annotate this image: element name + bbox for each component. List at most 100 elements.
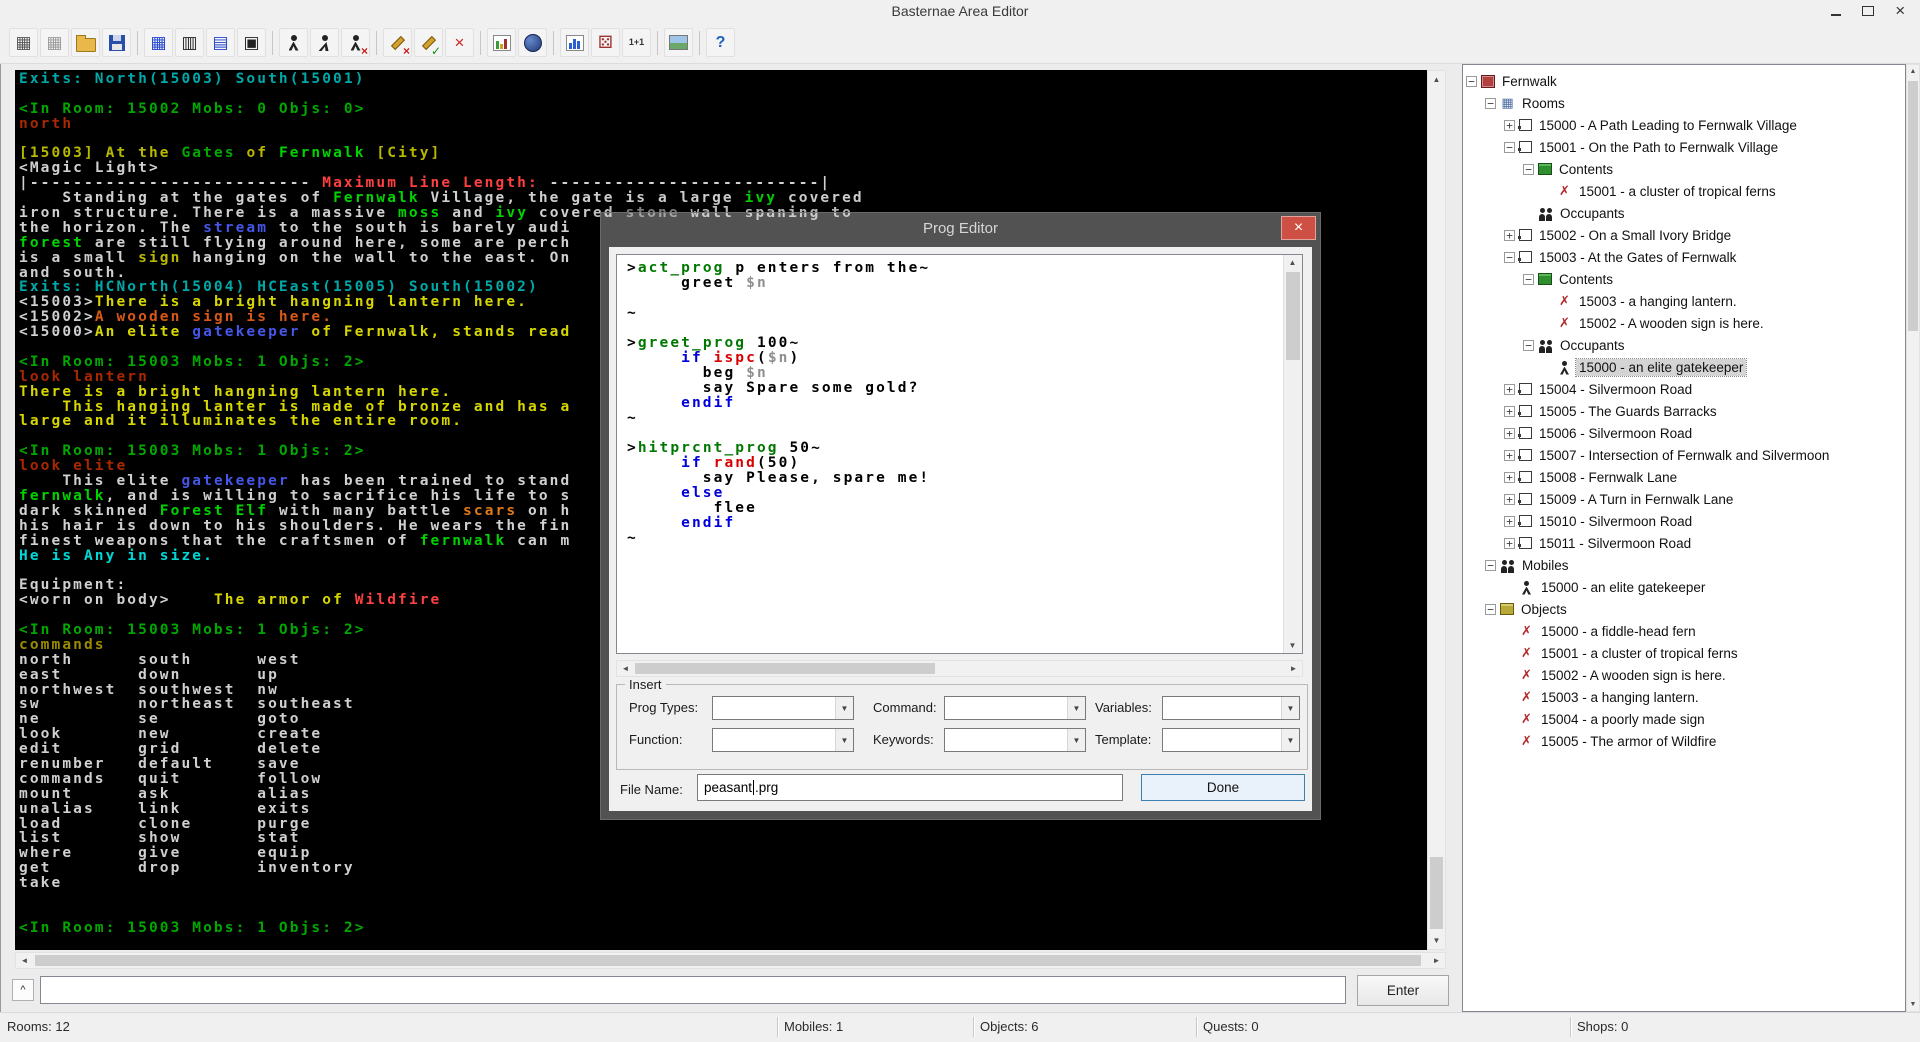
expand-icon[interactable]: + <box>1504 405 1515 417</box>
tree-item[interactable]: ✗ 15004 - a poorly made sign <box>1466 708 1905 730</box>
terminal-horizontal-scrollbar[interactable] <box>15 952 1446 969</box>
scroll-up-arrow-icon[interactable] <box>1428 71 1445 88</box>
tree-item[interactable]: Occupants <box>1466 202 1905 224</box>
tree-item[interactable]: − Mobiles <box>1466 554 1905 576</box>
help-button[interactable]: ? <box>706 28 735 57</box>
image-button[interactable] <box>664 28 693 57</box>
tree-item[interactable]: +15009 - A Turn in Fernwalk Lane <box>1466 488 1905 510</box>
collapse-icon[interactable]: − <box>1504 141 1515 153</box>
tree-item[interactable]: 15000 - an elite gatekeeper <box>1466 356 1905 378</box>
scroll-up-arrow-icon[interactable] <box>1907 65 1919 78</box>
tree-item[interactable]: +15000 - A Path Leading to Fernwalk Vill… <box>1466 114 1905 136</box>
tree-item[interactable]: − 15001 - On the Path to Fernwalk Village <box>1466 136 1905 158</box>
prog-code-editor[interactable]: >act_prog p enters from the~ greet $n ~ … <box>617 255 1284 653</box>
tree-item[interactable]: +15005 - The Guards Barracks <box>1466 400 1905 422</box>
scrollbar-thumb[interactable] <box>1430 857 1443 929</box>
function-combo[interactable] <box>712 728 854 752</box>
tree-item[interactable]: +15002 - On a Small Ivory Bridge <box>1466 224 1905 246</box>
tree-item[interactable]: ✗ 15001 - a cluster of tropical ferns <box>1466 642 1905 664</box>
tree-vertical-scrollbar[interactable] <box>1906 64 1920 1012</box>
close-button[interactable]: × <box>1884 0 1916 22</box>
chevron-down-icon[interactable] <box>1281 697 1299 719</box>
tree-item[interactable]: ✗ 15005 - The armor of Wildfire <box>1466 730 1905 752</box>
tree-item[interactable]: +15004 - Silvermoon Road <box>1466 378 1905 400</box>
prog-check-button[interactable]: ✓ <box>414 28 443 57</box>
scrollbar-thumb[interactable] <box>1286 272 1300 360</box>
collapse-icon[interactable]: − <box>1504 251 1515 263</box>
scrollbar-thumb[interactable] <box>635 663 935 674</box>
tree-item[interactable]: − Contents <box>1466 158 1905 180</box>
keywords-combo[interactable] <box>944 728 1086 752</box>
expand-icon[interactable]: + <box>1504 449 1515 461</box>
tree-item[interactable]: ✗ 15000 - a fiddle-head fern <box>1466 620 1905 642</box>
new-area-button[interactable]: ▦ <box>9 28 38 57</box>
done-button[interactable]: Done <box>1141 774 1305 801</box>
template-combo[interactable] <box>1162 728 1300 752</box>
dice-button[interactable]: ⚄ <box>591 28 620 57</box>
scroll-left-arrow-icon[interactable] <box>617 661 634 676</box>
scrollbar-thumb[interactable] <box>35 955 1421 966</box>
room-edit-button[interactable]: ▥ <box>175 28 204 57</box>
tree-item[interactable]: +15006 - Silvermoon Road <box>1466 422 1905 444</box>
room-link-button[interactable]: ▤ <box>206 28 235 57</box>
tree-item[interactable]: − ▦ Rooms <box>1466 92 1905 114</box>
tree-item[interactable]: ✗ 15002 - A wooden sign is here. <box>1466 312 1905 334</box>
chevron-down-icon[interactable] <box>835 729 853 751</box>
scroll-right-arrow-icon[interactable] <box>1428 953 1445 968</box>
minimize-button[interactable] <box>1820 0 1852 22</box>
expand-icon[interactable]: + <box>1504 515 1515 527</box>
code-vertical-scrollbar[interactable] <box>1283 255 1302 653</box>
tree-item[interactable]: ✗ 15003 - a hanging lantern. <box>1466 290 1905 312</box>
expand-icon[interactable]: + <box>1504 493 1515 505</box>
scrollbar-thumb[interactable] <box>1908 81 1918 331</box>
tree-item[interactable]: − Contents <box>1466 268 1905 290</box>
scroll-down-arrow-icon[interactable] <box>1428 932 1445 949</box>
collapse-icon[interactable]: − <box>1485 559 1496 571</box>
collapse-icon[interactable]: − <box>1523 273 1534 285</box>
calc-button[interactable]: 1+1 <box>622 28 651 57</box>
open-file-button[interactable] <box>71 28 100 57</box>
expand-icon[interactable]: + <box>1504 229 1515 241</box>
scroll-right-arrow-icon[interactable] <box>1285 661 1302 676</box>
prog-types-combo[interactable] <box>712 696 854 720</box>
chevron-down-icon[interactable] <box>1067 697 1085 719</box>
tree-item[interactable]: ✗ 15001 - a cluster of tropical ferns <box>1466 180 1905 202</box>
collapse-icon[interactable]: − <box>1485 603 1496 615</box>
world-button[interactable] <box>518 28 547 57</box>
maximize-button[interactable] <box>1852 0 1884 22</box>
history-up-button[interactable]: ^ <box>12 979 34 1001</box>
code-horizontal-scrollbar[interactable] <box>616 660 1303 677</box>
command-combo[interactable] <box>944 696 1086 720</box>
tree-item[interactable]: +15010 - Silvermoon Road <box>1466 510 1905 532</box>
variables-combo[interactable] <box>1162 696 1300 720</box>
collapse-icon[interactable]: − <box>1523 339 1534 351</box>
mobile-button[interactable] <box>279 28 308 57</box>
tree-item[interactable]: ✗ 15002 - A wooden sign is here. <box>1466 664 1905 686</box>
scroll-up-arrow-icon[interactable] <box>1284 255 1301 270</box>
room-grid-button[interactable]: ▣ <box>237 28 266 57</box>
collapse-icon[interactable]: − <box>1485 97 1496 109</box>
tree-item[interactable]: 15000 - an elite gatekeeper <box>1466 576 1905 598</box>
command-input[interactable] <box>40 976 1346 1004</box>
save-button[interactable] <box>102 28 131 57</box>
scroll-down-arrow-icon[interactable] <box>1907 998 1919 1011</box>
mobile-move-button[interactable] <box>310 28 339 57</box>
file-name-input[interactable]: peasant .prg <box>697 774 1123 801</box>
tree-item[interactable]: ✗ 15003 - a hanging lantern. <box>1466 686 1905 708</box>
tree-item[interactable]: − Objects <box>1466 598 1905 620</box>
delete-button[interactable]: × <box>445 28 474 57</box>
chevron-down-icon[interactable] <box>835 697 853 719</box>
mobile-delete-button[interactable]: × <box>341 28 370 57</box>
tree-item[interactable]: − Fernwalk <box>1466 70 1905 92</box>
room-add-button[interactable]: ▦ <box>144 28 173 57</box>
dialog-close-button[interactable]: × <box>1281 216 1316 240</box>
collapse-icon[interactable]: − <box>1466 75 1477 87</box>
expand-icon[interactable]: + <box>1504 471 1515 483</box>
expand-icon[interactable]: + <box>1504 119 1515 131</box>
prog-delete-button[interactable]: × <box>383 28 412 57</box>
chevron-down-icon[interactable] <box>1281 729 1299 751</box>
terminal-vertical-scrollbar[interactable] <box>1427 70 1446 950</box>
stats-button[interactable] <box>560 28 589 57</box>
expand-icon[interactable]: + <box>1504 537 1515 549</box>
chevron-down-icon[interactable] <box>1067 729 1085 751</box>
